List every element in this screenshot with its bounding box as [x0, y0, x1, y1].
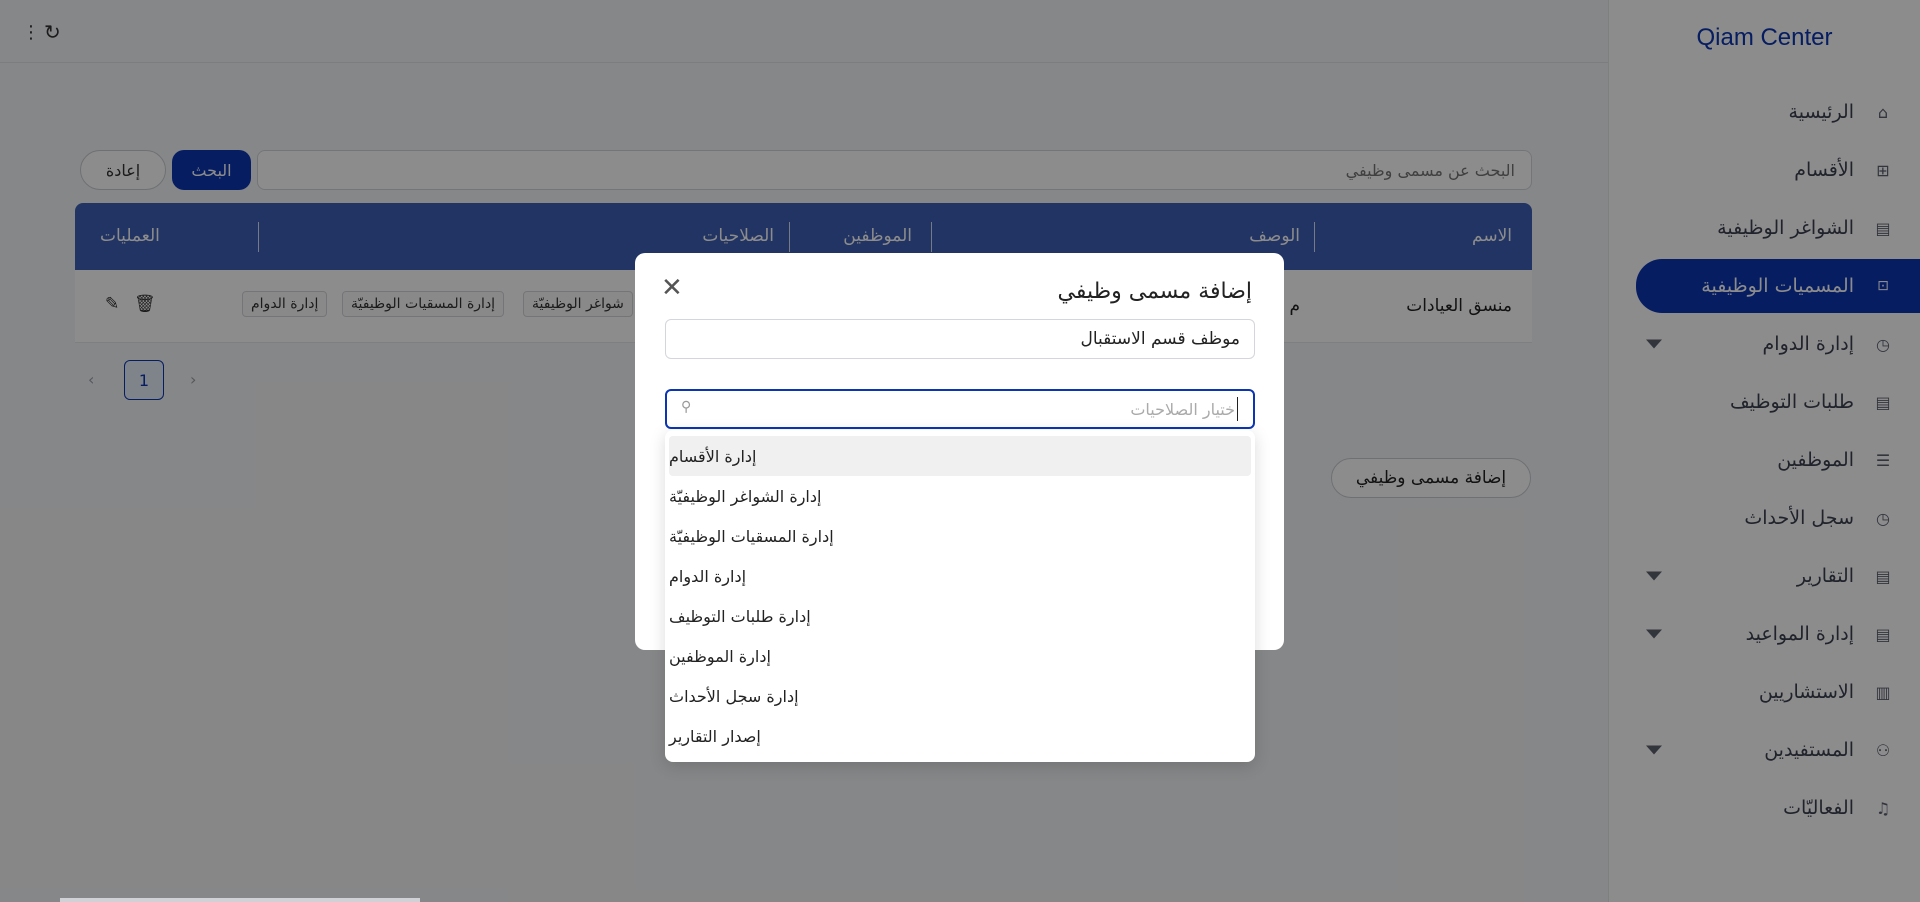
permission-option[interactable]: إدارة طلبات التوظيف — [669, 596, 1251, 636]
search-icon: ⚲ — [681, 399, 692, 415]
permissions-dropdown: إدارة الأقسام إدارة الشواغر الوظيفيّة إد… — [665, 430, 1255, 762]
permissions-placeholder: ختيار الصلاحيات — [1130, 400, 1235, 419]
permissions-select[interactable]: ختيار الصلاحيات ⚲ — [665, 389, 1255, 429]
text-cursor — [1236, 397, 1238, 421]
close-icon[interactable]: ✕ — [661, 273, 683, 303]
permission-option[interactable]: إصدار التقارير — [669, 716, 1251, 756]
horizontal-scrollbar[interactable] — [60, 898, 420, 902]
permission-option[interactable]: إدارة الدوام — [669, 556, 1251, 596]
permission-option[interactable]: إدارة الشواغر الوظيفيّة — [669, 476, 1251, 516]
permission-option[interactable]: إدارة المسقيات الوظيفيّة — [669, 516, 1251, 556]
permission-option[interactable]: إدارة الموظفين — [669, 636, 1251, 676]
permission-option[interactable]: إدارة الأقسام — [669, 436, 1251, 476]
permission-option[interactable]: إدارة سجل الأحداث — [669, 676, 1251, 716]
job-title-name-input[interactable] — [665, 319, 1255, 359]
modal-title: إضافة مسمى وظيفي — [1057, 279, 1253, 304]
